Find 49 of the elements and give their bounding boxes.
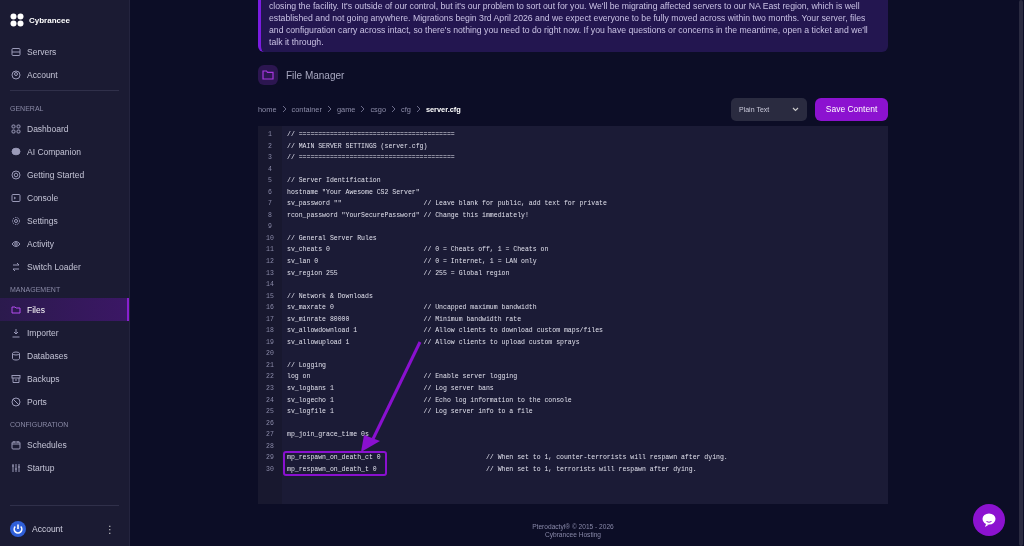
database-icon: [11, 350, 21, 361]
sidebar-item[interactable]: Importer: [0, 321, 129, 344]
chevron-icon: [415, 105, 421, 113]
chevron-icon: [360, 105, 366, 113]
sidebar-item[interactable]: Getting Started: [0, 163, 129, 186]
sidebar-item[interactable]: Account: [0, 63, 129, 86]
folder-icon: [11, 304, 21, 315]
sidebar-item[interactable]: Activity: [0, 232, 129, 255]
grid-icon: [11, 123, 21, 134]
more-button[interactable]: ⋮: [103, 523, 117, 535]
circle-slash-icon: [11, 396, 21, 407]
account-name: Account: [32, 524, 64, 534]
swap-icon: [11, 261, 21, 272]
page-title: File Manager: [286, 69, 345, 81]
gear-icon: [11, 215, 21, 226]
sidebar-item[interactable]: Servers: [0, 40, 129, 63]
sidebar-item[interactable]: Databases: [0, 344, 129, 367]
sidebar-item[interactable]: Settings: [0, 209, 129, 232]
sidebar-item[interactable]: AI Companion: [0, 140, 129, 163]
sidebar-item[interactable]: Dashboard: [0, 117, 129, 140]
eye-icon: [11, 238, 21, 249]
folder-icon: [258, 65, 278, 85]
terminal-icon: [11, 192, 21, 203]
sidebar-item[interactable]: Schedules: [0, 433, 129, 456]
server-icon: [11, 46, 21, 57]
sidebar-item[interactable]: Console: [0, 186, 129, 209]
notice-text: closing the facility. It's outside of our control, but it's our problem to sort out for you. We'll be migrating affected servers to our NA East region, which is well established and not going anywhere. Migrations begin 3rd April 2026 and we expect everyone to be fully moved across within two months. Your server, files and configuration carry across intact, so there's nothing you need to do right now. If you have questions or concerns in the meantime, open a ticket and we'll talk it through.: [269, 0, 869, 48]
chat-bubble-icon: [981, 512, 997, 528]
brand-name: Cybrancee: [29, 15, 70, 25]
code-editor[interactable]: [258, 126, 888, 504]
sidebar-item[interactable]: Switch Loader: [0, 255, 129, 278]
sidebar-item[interactable]: Backups: [0, 367, 129, 390]
power-avatar-icon: [10, 521, 26, 537]
chat-button[interactable]: [973, 504, 1005, 536]
calendar-icon: [11, 439, 21, 450]
chevron-icon: [391, 105, 397, 113]
chevron-icon: [281, 105, 287, 113]
sidebar-item[interactable]: Ports: [0, 390, 129, 413]
download-icon: [11, 327, 21, 338]
save-button[interactable]: Save Content: [815, 97, 888, 121]
user-icon: [11, 69, 21, 80]
chevron-icon: [326, 105, 332, 113]
lifebuoy-icon: [11, 169, 21, 180]
sidebar-item[interactable]: Files: [0, 298, 129, 321]
sidebar-item[interactable]: Startup: [0, 456, 129, 479]
caret-icon: [792, 106, 799, 112]
logo-icon: [10, 13, 24, 27]
sliders-icon: [11, 462, 21, 473]
archive-icon: [11, 373, 21, 384]
